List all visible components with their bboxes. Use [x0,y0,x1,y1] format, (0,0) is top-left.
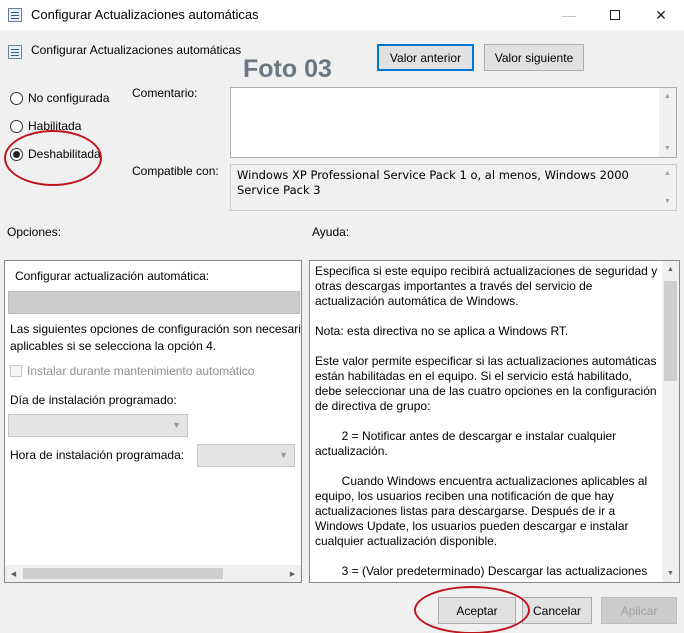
options-hscrollbar[interactable]: ◀ ▶ [5,565,301,582]
comment-scrollbar[interactable]: ▲ ▼ [659,88,676,157]
help-paragraph: 2 = Notificar antes de descargar e insta… [315,429,620,458]
previous-setting-button[interactable]: Valor anterior [377,44,474,71]
scroll-down-icon[interactable]: ▼ [659,140,676,157]
options-label: Opciones: [7,225,62,239]
radio-not-configured[interactable]: No configurada [10,91,109,105]
comment-textbox[interactable]: ▲ ▼ [230,87,677,158]
compatible-value: Windows XP Professional Service Pack 1 o… [237,168,629,197]
help-label: Ayuda: [312,225,350,239]
photo-watermark: Foto 03 [243,55,332,83]
policy-title: Configurar Actualizaciones automáticas [31,43,242,57]
apply-button[interactable]: Aplicar [601,597,677,624]
maximize-icon [610,10,620,20]
install-day-label: Día de instalación programado: [10,393,177,407]
maintenance-checkbox-label: Instalar durante mantenimiento automátic… [27,364,255,378]
install-day-select[interactable]: ▼ [8,414,188,437]
help-paragraph: Cuando Windows encuentra actualizaciones… [315,474,651,548]
options-info-line1: Las siguientes opciones de configuración… [10,322,302,336]
compatible-label: Compatible con: [132,164,219,178]
help-paragraph: Nota: esta directiva no se aplica a Wind… [315,324,569,338]
radio-indicator [10,119,23,133]
install-hour-label: Hora de instalación programada: [10,448,185,462]
radio-label: No configurada [28,91,110,105]
help-paragraph: Este valor permite especificar si las ac… [315,354,657,413]
minimize-icon: — [562,7,576,23]
radio-indicator [10,91,23,105]
annotation-circle-disabled [4,130,102,186]
annotation-circle-ok [414,586,530,633]
scroll-down-icon[interactable]: ▼ [659,193,676,210]
options-info-line2: aplicables si se selecciona la opción 4. [10,339,217,353]
cancel-button[interactable]: Cancelar [522,597,592,624]
compatible-scrollbar[interactable]: ▲ ▼ [659,165,676,210]
maximize-button[interactable] [592,0,638,30]
help-scrollbar[interactable]: ▲ ▼ [662,261,679,582]
scroll-right-icon[interactable]: ▶ [284,565,301,582]
title-bar: Configurar Actualizaciones automáticas —… [0,0,684,30]
options-pane: Configurar actualización automática: Las… [4,260,302,583]
policy-setting-icon [8,45,22,59]
scroll-down-icon[interactable]: ▼ [662,565,679,582]
scroll-left-icon[interactable]: ◀ [5,565,22,582]
dialog-body: Configurar Actualizaciones automáticas V… [0,30,684,633]
scroll-up-icon[interactable]: ▲ [659,165,676,182]
policy-icon [8,8,22,22]
configure-update-select[interactable] [8,291,300,314]
help-paragraph: 3 = (Valor predeterminado) Descargar las… [315,564,648,578]
help-text: Especifica si este equipo recibirá actua… [315,264,659,582]
window-title: Configurar Actualizaciones automáticas [31,7,259,22]
scroll-up-icon[interactable]: ▲ [659,88,676,105]
checkbox-indicator [10,365,22,377]
next-setting-button[interactable]: Valor siguiente [484,44,584,71]
help-pane: Especifica si este equipo recibirá actua… [309,260,680,583]
close-icon: ✕ [655,6,667,23]
comment-label: Comentario: [132,86,198,100]
configure-update-label: Configurar actualización automática: [15,269,210,283]
scrollbar-thumb[interactable] [23,568,223,579]
install-hour-select[interactable]: ▼ [197,444,295,467]
chevron-down-icon: ▼ [172,420,181,430]
compatible-textbox: Windows XP Professional Service Pack 1 o… [230,164,677,211]
help-paragraph: Especifica si este equipo recibirá actua… [315,264,658,308]
chevron-down-icon: ▼ [279,450,288,460]
scrollbar-thumb[interactable] [664,281,677,381]
close-button[interactable]: ✕ [638,0,684,30]
maintenance-checkbox[interactable]: Instalar durante mantenimiento automátic… [10,364,254,378]
minimize-button[interactable]: — [546,0,592,30]
scroll-up-icon[interactable]: ▲ [662,261,679,278]
